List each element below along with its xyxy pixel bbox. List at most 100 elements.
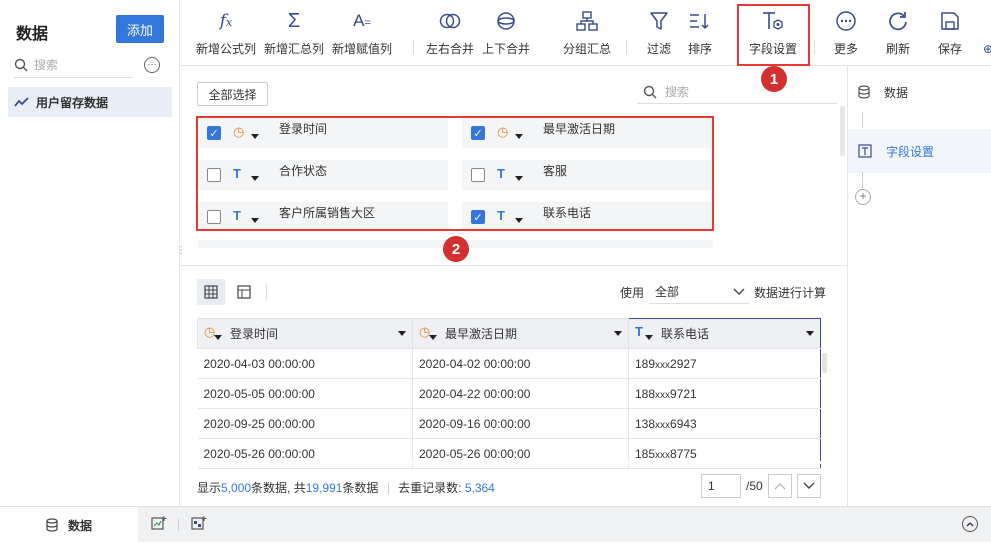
table-cell: 2020-09-16 00:00:00 (412, 408, 629, 439)
add-button[interactable]: 添加 (116, 15, 164, 43)
highlight-box-field-settings (737, 4, 810, 66)
add-chart-icon[interactable] (150, 514, 168, 532)
toolbar-divider (266, 284, 267, 300)
add-formula-column-button[interactable]: fx 新增公式列 (196, 8, 256, 60)
sigma-icon: Σ (287, 9, 301, 32)
table-clip (197, 461, 837, 464)
more-icon (835, 8, 857, 34)
filter-icon (649, 8, 669, 34)
sidebar-item-user-retention[interactable]: 用户留存数据 (8, 87, 172, 117)
tab-label: 数据 (67, 518, 92, 533)
table-row: 2020-09-25 00:00:00 2020-09-16 00:00:00 … (197, 408, 821, 439)
prev-page-button[interactable] (768, 474, 792, 498)
layout-icon (237, 285, 251, 299)
data-scope-value: 全部 (655, 285, 680, 299)
select-all-button[interactable]: 全部选择 (197, 82, 268, 106)
save-button[interactable]: 保存 (938, 8, 962, 60)
table-scrollbar[interactable] (822, 353, 827, 373)
field-type-dropdown[interactable]: ◷ (204, 324, 230, 344)
field-search-placeholder: 搜索 (665, 85, 690, 99)
add-dashboard-icon[interactable] (190, 514, 208, 532)
table-layout-button[interactable] (230, 279, 258, 305)
add-summary-column-button[interactable]: Σ 新增汇总列 (264, 8, 324, 60)
database-icon (858, 85, 870, 99)
chevron-down-icon (803, 482, 815, 489)
table-cell: 2020-04-03 00:00:00 (197, 348, 413, 379)
group-summary-icon (576, 8, 598, 34)
bottom-divider (178, 519, 179, 531)
filter-button[interactable]: 过滤 (647, 8, 671, 60)
grid-view-button[interactable] (197, 279, 225, 305)
toolbar-overflow-icon[interactable]: ⊕ (983, 42, 991, 56)
merge-vertical-icon (496, 8, 516, 34)
page-number-input[interactable]: 1 (701, 474, 741, 498)
field-panel-scrollbar[interactable] (840, 106, 845, 156)
field-type-dropdown[interactable]: T (635, 324, 661, 344)
formula-icon: fx (219, 11, 233, 31)
add-assign-column-button[interactable]: A= 新增赋值列 (332, 8, 392, 60)
sort-button[interactable]: 排序 (688, 8, 712, 60)
step-data[interactable]: 数据 (848, 70, 991, 114)
data-stats: 显示5,000条数据, 共19,991条数据 去重记录数: 5,364 (197, 481, 495, 495)
refresh-button[interactable]: 刷新 (886, 8, 910, 60)
table-cell: 2020-04-02 00:00:00 (412, 348, 629, 379)
use-label: 使用 (620, 286, 645, 300)
step-connector (862, 112, 863, 128)
chevron-up-icon (774, 483, 786, 490)
chevron-down-icon (733, 288, 745, 295)
search-icon (643, 85, 657, 98)
collapse-up-icon[interactable] (962, 516, 978, 532)
refresh-icon (887, 8, 909, 34)
field-type-dropdown[interactable]: ◷ (419, 324, 445, 344)
column-header[interactable]: ◷ 最早激活日期 (412, 318, 629, 349)
tab-data[interactable]: 数据 (0, 507, 138, 543)
next-page-button[interactable] (797, 474, 821, 498)
table-row: 2020-04-03 00:00:00 2020-04-02 00:00:00 … (197, 348, 821, 379)
table-row: 2020-05-05 00:00:00 2020-04-22 00:00:00 … (197, 378, 821, 409)
bottom-bar: 数据 (0, 506, 991, 543)
column-menu-icon[interactable] (614, 331, 622, 336)
page-total: /50 (746, 479, 763, 493)
caret-down-icon (214, 334, 222, 340)
caret-down-icon (429, 334, 437, 340)
column-header[interactable]: ◷ 登录时间 (197, 318, 413, 349)
merge-horizontal-icon (439, 8, 461, 34)
step-label: 数据 (884, 85, 909, 100)
annotation-badge-2: 2 (443, 236, 469, 262)
line-chart-icon (14, 97, 29, 107)
sidebar-search-placeholder: 搜索 (34, 58, 59, 72)
ellipsis-circle-icon[interactable]: ··· (144, 57, 160, 73)
step-connector (862, 172, 863, 188)
column-menu-icon[interactable] (806, 331, 814, 336)
sidebar-title: 数据 (16, 26, 49, 43)
panel-divider[interactable] (180, 265, 847, 266)
table-cell: 2020-05-26 00:00:00 (412, 438, 629, 469)
field-search[interactable]: 搜索 (637, 80, 837, 104)
table-cell: 2020-05-05 00:00:00 (197, 378, 413, 409)
more-button[interactable]: 更多 (834, 8, 858, 60)
search-icon (14, 58, 28, 71)
column-header-selected[interactable]: T 联系电话 (628, 318, 821, 349)
sidebar-search[interactable]: 搜索 (14, 52, 132, 78)
calc-label: 数据进行计算 (754, 286, 827, 300)
grid-icon (204, 285, 218, 299)
column-name: 联系电话 (661, 327, 710, 341)
merge-horizontal-button[interactable]: 左右合并 (426, 8, 474, 60)
caret-down-icon (645, 334, 653, 340)
toolbar-divider (814, 40, 815, 54)
sort-icon (689, 8, 711, 34)
sidebar-item-label: 用户留存数据 (36, 95, 109, 110)
table-cell: 2020-09-25 00:00:00 (197, 408, 413, 439)
drag-handle-icon[interactable]: ⋮ (176, 245, 186, 257)
group-summary-button[interactable]: 分组汇总 (563, 8, 611, 60)
add-step-icon[interactable]: + (855, 189, 871, 205)
assign-icon: A= (353, 11, 371, 30)
data-scope-select[interactable]: 全部 (649, 280, 749, 304)
table-cell: 185xxx8775 (628, 438, 821, 469)
database-icon (46, 518, 58, 532)
step-label: 字段设置 (886, 144, 935, 159)
step-field-settings[interactable]: 字段设置 (848, 129, 991, 173)
table-cell: 189xxx2927 (628, 348, 821, 379)
column-menu-icon[interactable] (398, 331, 406, 336)
merge-vertical-button[interactable]: 上下合并 (482, 8, 530, 60)
